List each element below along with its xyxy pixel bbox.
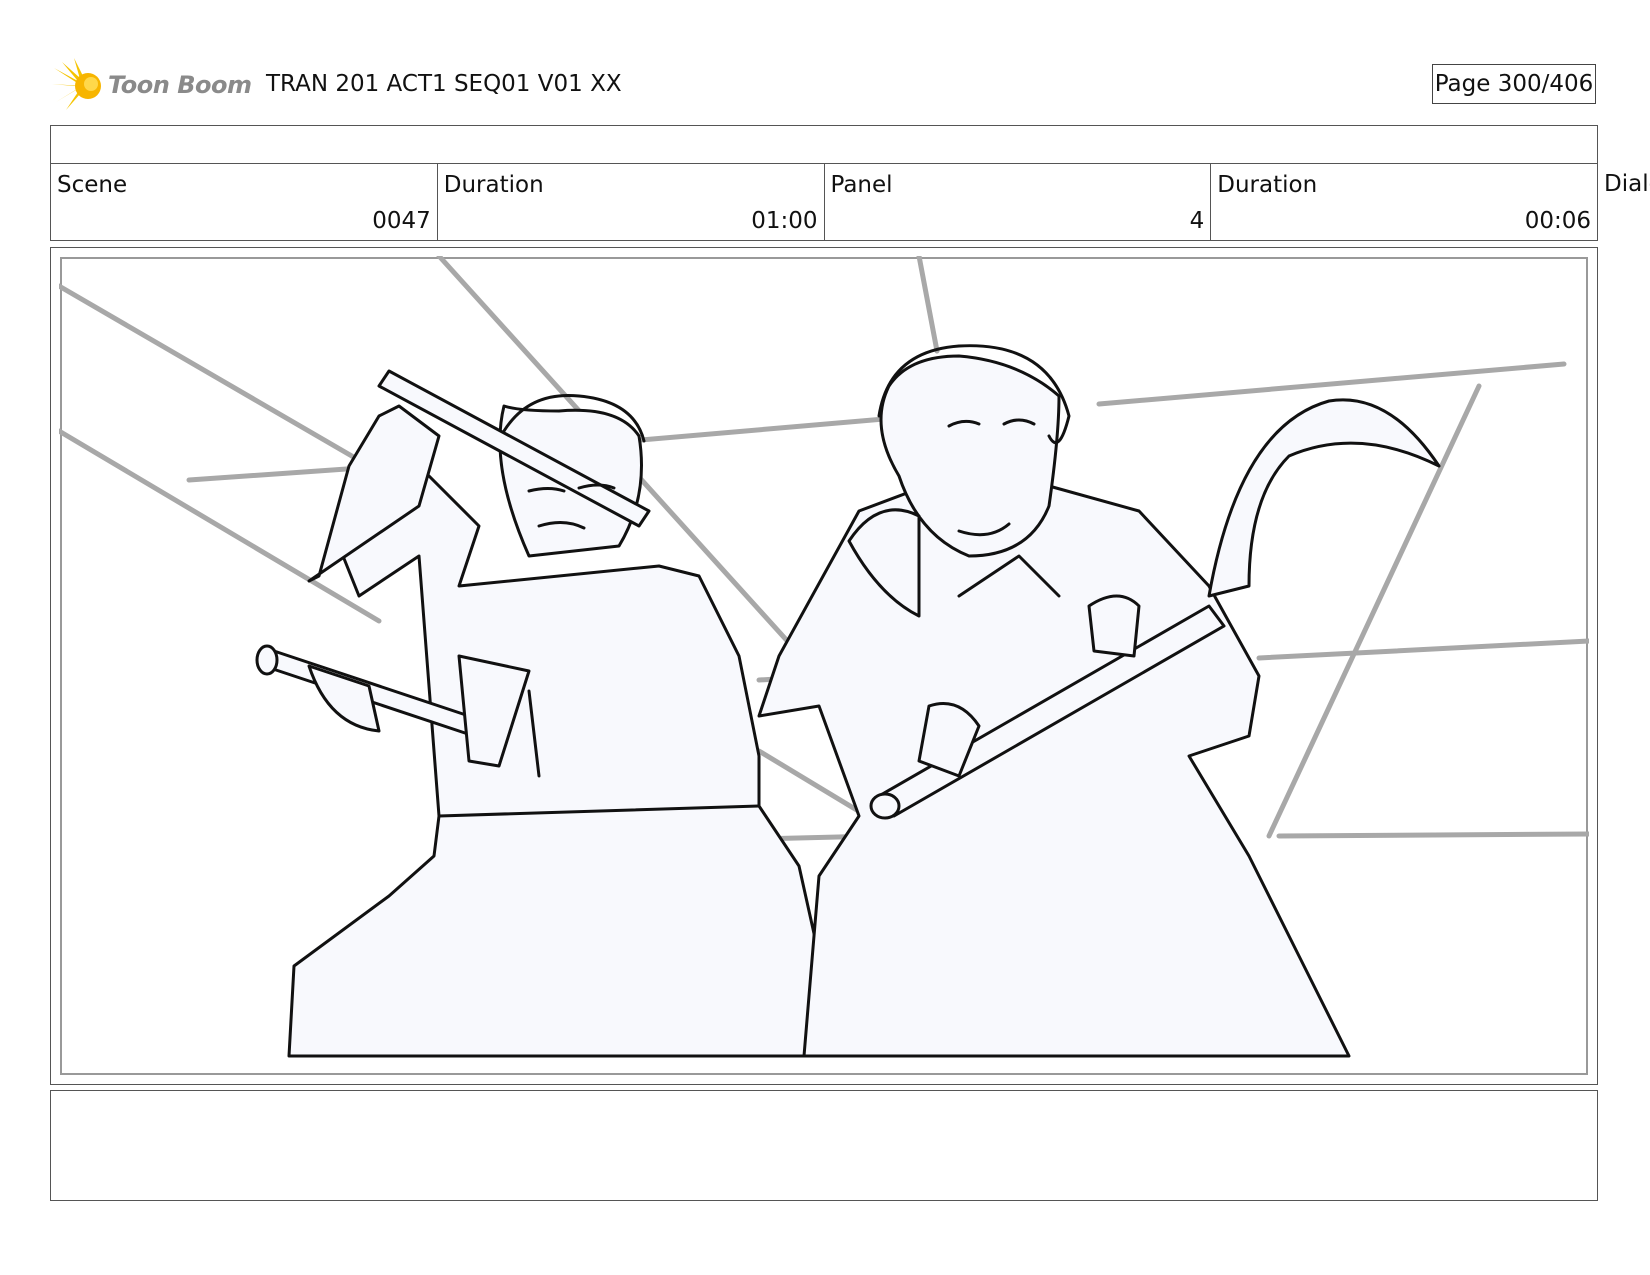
scene-label: Scene [57, 172, 128, 198]
panel-info-row: Scene 0047 Duration 01:00 Panel 4 Durati… [50, 163, 1598, 241]
scene-cell: Scene 0047 [51, 164, 438, 240]
toon-boom-logo: Toon Boom [52, 58, 252, 114]
starburst-logo-icon [52, 58, 101, 110]
page-number: Page 300/406 [1432, 64, 1596, 104]
panel-duration-value: 00:06 [1524, 208, 1591, 234]
panel-label: Panel [830, 172, 893, 198]
scene-duration-value: 01:00 [751, 208, 818, 234]
panel-duration-cell: Duration 00:06 [1211, 164, 1597, 240]
storyboard-panel [50, 247, 1598, 1085]
blank-header-strip [50, 125, 1598, 164]
scene-duration-label: Duration [443, 172, 544, 198]
page-header: Toon Boom TRAN 201 ACT1 SEQ01 V01 XX Pag… [52, 54, 1602, 114]
panel-cell: Panel 4 [825, 164, 1212, 240]
action-notes-box [50, 1090, 1598, 1201]
right-character [757, 344, 1441, 1058]
panel-value: 4 [1189, 208, 1205, 234]
scene-duration-cell: Duration 01:00 [438, 164, 825, 240]
panel-duration-label: Duration [1217, 172, 1318, 198]
dialog-label: Dialo [1604, 171, 1650, 197]
logo-text: Toon Boom [108, 71, 252, 99]
panel-sketch [59, 256, 1589, 1075]
scene-value: 0047 [372, 208, 431, 234]
document-title: TRAN 201 ACT1 SEQ01 V01 XX [266, 71, 622, 97]
left-character [255, 369, 821, 1058]
